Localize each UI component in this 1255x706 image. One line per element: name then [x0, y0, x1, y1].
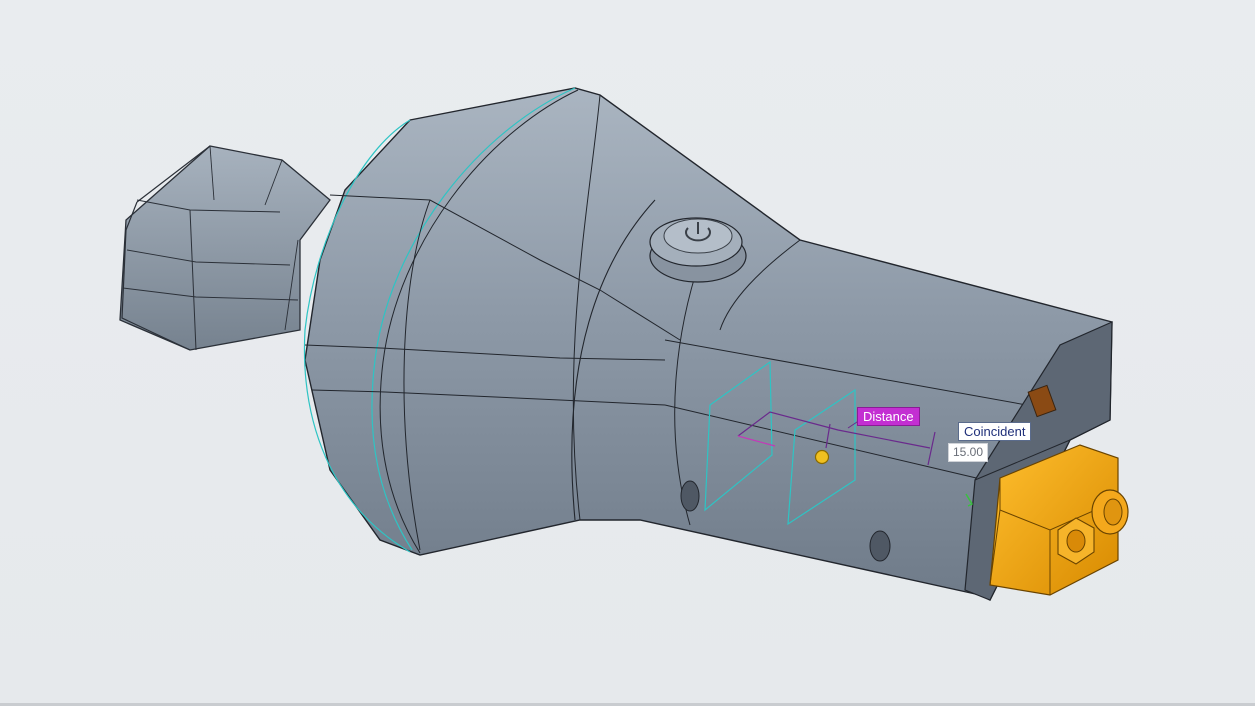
dimension-value-label[interactable]: 15.00: [948, 443, 989, 462]
power-button-part[interactable]: [649, 217, 747, 283]
nozzle-part[interactable]: [119, 145, 331, 351]
main-body-part[interactable]: [303, 87, 1113, 601]
drag-handle[interactable]: [814, 449, 830, 465]
distance-constraint-label[interactable]: Distance: [857, 407, 920, 426]
coincident-constraint-label[interactable]: Coincident: [958, 422, 1032, 441]
3d-viewport[interactable]: [0, 0, 1255, 706]
